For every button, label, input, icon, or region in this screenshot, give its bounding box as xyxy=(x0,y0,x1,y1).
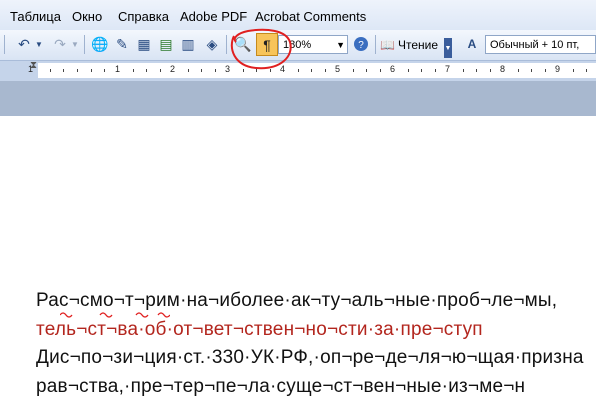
book-icon: 📖 xyxy=(380,37,395,52)
ruler-tick xyxy=(476,69,477,72)
ruler-tick xyxy=(201,69,202,72)
tables-borders-icon[interactable]: ✎ xyxy=(112,34,132,54)
ruler-tick xyxy=(270,69,271,72)
chevron-down-icon[interactable]: ▼ xyxy=(336,36,345,55)
ruler-number: 9 xyxy=(555,64,561,74)
menu-adobe-pdf[interactable]: Adobe PDF xyxy=(180,9,247,24)
menu-acrobat-comments[interactable]: Acrobat Comments xyxy=(255,9,366,24)
redo-icon[interactable]: ↷ xyxy=(50,34,70,54)
ruler-tick xyxy=(518,69,519,72)
style-combobox[interactable]: Обычный + 10 пт, xyxy=(485,35,596,54)
ruler-tick xyxy=(133,69,134,72)
menu-table[interactable]: Таблица xyxy=(10,9,61,24)
ruler-tick xyxy=(243,69,244,72)
horizontal-ruler[interactable]: 1 1 2 3 4 5 6 7 8 9 xyxy=(28,63,596,78)
ruler-number: 7 xyxy=(445,64,451,74)
toolbar-options-icon[interactable]: ▼ xyxy=(444,38,452,58)
menu-bar: Таблица Окно Справка Adobe PDF Acrobat C… xyxy=(0,0,596,30)
ruler-tick xyxy=(435,69,436,72)
ruler-tick xyxy=(160,69,161,72)
ruler-tick xyxy=(50,69,51,72)
zoom-value: 180% xyxy=(283,39,312,51)
document-top-margin xyxy=(0,81,596,116)
spell-check-underlines xyxy=(60,312,170,318)
ruler-number: 2 xyxy=(170,64,176,74)
ruler-tick xyxy=(573,69,574,72)
ruler-tick xyxy=(531,69,532,72)
standard-toolbar: ↶ ▼ ↷ ▼ 🌐 ✎ ▦ ▤ ▥ ◈ 🔍 ¶ 180% ▼ ? 📖 Чтени… xyxy=(0,30,596,61)
styles-formatting-icon[interactable]: A xyxy=(462,34,482,54)
zoom-combobox[interactable]: 180% ▼ xyxy=(278,35,348,54)
drawing-icon[interactable]: ◈ xyxy=(202,34,222,54)
ruler-tick xyxy=(188,69,189,72)
read-mode-button[interactable]: 📖 Чтение xyxy=(380,35,438,54)
ruler-tick xyxy=(408,69,409,72)
document-line[interactable]: Рас¬смо¬т¬рим·на¬иболее·ак¬ту¬аль¬ные·пр… xyxy=(36,290,557,312)
insert-table-icon[interactable]: ▦ xyxy=(134,34,154,54)
menu-window[interactable]: Окно xyxy=(72,9,102,24)
undo-dropdown-icon[interactable]: ▼ xyxy=(34,34,44,54)
hyperlink-icon[interactable]: 🌐 xyxy=(90,34,110,54)
ruler-tick xyxy=(421,69,422,72)
toolbar-separator xyxy=(375,35,376,54)
ruler-tick xyxy=(311,69,312,72)
ruler-tick xyxy=(104,69,105,72)
toolbar-separator xyxy=(4,35,5,54)
columns-icon[interactable]: ▥ xyxy=(178,34,198,54)
redo-dropdown-icon[interactable]: ▼ xyxy=(70,34,80,54)
document-line[interactable]: тель¬ст¬ва·об·от¬вет¬ствен¬но¬сти·за·пре… xyxy=(36,319,483,341)
help-icon[interactable]: ? xyxy=(351,34,371,54)
ruler-tick xyxy=(146,69,147,72)
insert-excel-icon[interactable]: ▤ xyxy=(156,34,176,54)
ruler-tick xyxy=(63,69,64,72)
ruler-tick xyxy=(586,69,587,72)
ruler-tick xyxy=(353,69,354,72)
ruler-tick xyxy=(298,69,299,72)
show-hide-formatting-button[interactable]: ¶ xyxy=(256,33,278,56)
ruler-tick xyxy=(366,69,367,72)
document-line[interactable]: рав¬ства,·пре¬тер¬пе¬ла·суще¬ст¬вен¬ные·… xyxy=(36,376,525,398)
ruler-tick xyxy=(380,69,381,72)
ruler-number: 1 xyxy=(28,64,34,74)
ruler-tick xyxy=(77,69,78,72)
menu-help[interactable]: Справка xyxy=(118,9,169,24)
read-label: Чтение xyxy=(397,37,438,52)
ruler-number: 5 xyxy=(335,64,341,74)
ruler-number: 8 xyxy=(500,64,506,74)
ruler-tick xyxy=(91,69,92,72)
ruler-tick xyxy=(215,69,216,72)
ruler-tick xyxy=(325,69,326,72)
ruler-number: 6 xyxy=(390,64,396,74)
ruler-number: 4 xyxy=(280,64,286,74)
ruler-tick xyxy=(490,69,491,72)
svg-text:?: ? xyxy=(358,40,364,51)
ruler-tick xyxy=(545,69,546,72)
document-page[interactable]: Рас¬смо¬т¬рим·на¬иболее·ак¬ту¬аль¬ные·пр… xyxy=(0,116,596,402)
ruler-tick xyxy=(463,69,464,72)
toolbar-separator xyxy=(226,35,227,54)
document-line[interactable]: Дис¬по¬зи¬ция·ст.·330·УК·РФ,·оп¬ре¬де¬ля… xyxy=(36,347,584,369)
document-map-icon[interactable]: 🔍 xyxy=(233,34,253,54)
help-circle-icon: ? xyxy=(354,37,368,51)
toolbar-separator xyxy=(84,35,85,54)
ruler-tick xyxy=(256,69,257,72)
undo-icon[interactable]: ↶ xyxy=(14,34,34,54)
ruler-number: 3 xyxy=(225,64,231,74)
ruler-number: 1 xyxy=(115,64,121,74)
